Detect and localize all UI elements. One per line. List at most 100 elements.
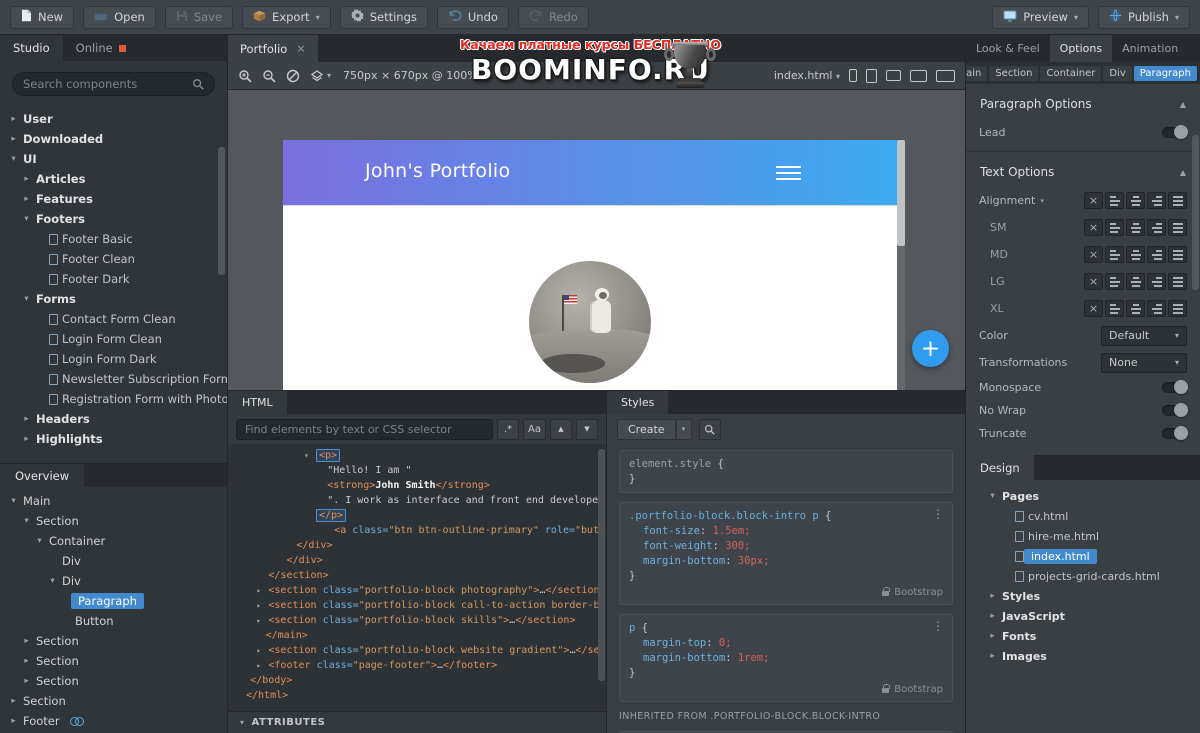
breadcrumb-paragraph[interactable]: Paragraph <box>1133 65 1197 81</box>
align-justify-button[interactable] <box>1168 219 1187 236</box>
node-section[interactable]: ▸ Section <box>0 691 227 711</box>
code-line[interactable]: ▸ <footer class="page-footer">…</footer> <box>228 658 606 673</box>
disable-interactions-icon[interactable] <box>286 69 300 83</box>
node-main[interactable]: ▾ Main <box>0 491 227 511</box>
kebab-menu-icon[interactable]: ⋮ <box>932 620 944 632</box>
node-div[interactable]: Div <box>0 551 227 571</box>
chevron-right-icon[interactable]: ▸ <box>21 676 32 686</box>
component-footers[interactable]: ▾ Footers <box>0 209 227 229</box>
breadcrumb-section[interactable]: Section <box>989 65 1039 81</box>
breadcrumb-main[interactable]: Main <box>966 65 988 81</box>
code-scrollbar[interactable] <box>598 449 605 681</box>
chevron-right-icon[interactable]: ▸ <box>256 643 261 658</box>
widescreen-viewport-icon[interactable] <box>936 69 955 82</box>
previous-match-button[interactable]: ▲ <box>550 418 572 440</box>
chevron-right-icon[interactable]: ▸ <box>21 434 32 444</box>
code-line[interactable]: ▸ <section class="portfolio-block website… <box>228 643 606 658</box>
laptop-viewport-icon[interactable] <box>886 70 901 81</box>
tab-html[interactable]: HTML <box>228 391 287 414</box>
node-button[interactable]: Button <box>0 611 227 631</box>
design-fonts[interactable]: ▸ Fonts <box>979 626 1187 646</box>
tab-look-feel[interactable]: Look & Feel <box>966 35 1050 62</box>
chevron-down-icon[interactable]: ▾ <box>21 294 32 304</box>
component-downloaded[interactable]: ▸ Downloaded <box>0 129 227 149</box>
kebab-menu-icon[interactable]: ⋮ <box>932 508 944 520</box>
transformations-select[interactable]: None ▾ <box>1101 352 1187 373</box>
code-line[interactable]: ▾ <p> <box>228 448 606 463</box>
design-javascript[interactable]: ▸ JavaScript <box>979 606 1187 626</box>
tab-online[interactable]: Online <box>63 35 139 61</box>
code-line[interactable]: </div> <box>228 538 606 553</box>
component-forms[interactable]: ▾ Forms <box>0 289 227 309</box>
code-line[interactable]: </body> <box>228 673 606 688</box>
save-button[interactable]: Save <box>164 5 234 29</box>
node-section[interactable]: ▾ Section <box>0 511 227 531</box>
align-center-button[interactable] <box>1126 219 1145 236</box>
node-section[interactable]: ▸ Section <box>0 671 227 691</box>
hamburger-menu-icon[interactable] <box>776 166 801 180</box>
design-images[interactable]: ▸ Images <box>979 646 1187 666</box>
node-section[interactable]: ▸ Section <box>0 651 227 671</box>
code-line[interactable]: ▸ <section class="portfolio-block skills"… <box>228 613 606 628</box>
align-right-button[interactable] <box>1147 246 1166 263</box>
lead-toggle[interactable] <box>1162 125 1188 139</box>
create-style-dropdown[interactable]: ▾ <box>675 418 692 440</box>
align-center-button[interactable] <box>1126 300 1145 317</box>
align-center-button[interactable] <box>1126 273 1145 290</box>
align-center-button[interactable] <box>1126 192 1145 209</box>
align-left-button[interactable] <box>1105 300 1124 317</box>
tab-styles[interactable]: Styles <box>607 391 669 414</box>
preview-button[interactable]: Preview ▾ <box>992 5 1089 29</box>
component-newsletter-subscription-form[interactable]: Newsletter Subscription Form <box>0 369 227 389</box>
code-line[interactable]: </div> <box>228 553 606 568</box>
tab-overview[interactable]: Overview <box>0 464 85 487</box>
chevron-right-icon[interactable]: ▸ <box>256 583 261 598</box>
align-right-button[interactable] <box>1147 300 1166 317</box>
chevron-right-icon[interactable]: ▸ <box>987 591 998 601</box>
monospace-toggle[interactable] <box>1162 380 1188 394</box>
code-line[interactable]: ▸ <section class="portfolio-block call-to… <box>228 598 606 613</box>
design-hire-me-html[interactable]: hire-me.html <box>979 526 1187 546</box>
text-options-header[interactable]: Text Options ▲ <box>979 152 1187 187</box>
code-line[interactable]: <strong>John Smith</strong> <box>228 478 606 493</box>
align-left-button[interactable] <box>1105 192 1124 209</box>
chevron-right-icon[interactable]: ▸ <box>256 658 261 673</box>
component-footer-dark[interactable]: Footer Dark <box>0 269 227 289</box>
publish-button[interactable]: Publish ▾ <box>1097 5 1190 29</box>
component-user[interactable]: ▸ User <box>0 109 227 129</box>
component-articles[interactable]: ▸ Articles <box>0 169 227 189</box>
find-elements-input[interactable] <box>236 418 494 440</box>
chevron-down-icon[interactable]: ▾ <box>21 516 32 526</box>
tab-design[interactable]: Design <box>966 455 1034 480</box>
chevron-down-icon[interactable]: ▾ <box>8 154 19 164</box>
component-headers[interactable]: ▸ Headers <box>0 409 227 429</box>
chevron-right-icon[interactable]: ▸ <box>8 716 19 726</box>
settings-button[interactable]: Settings <box>339 5 428 29</box>
node-paragraph[interactable]: Paragraph <box>0 591 227 611</box>
align-center-button[interactable] <box>1126 246 1145 263</box>
search-components-input[interactable] <box>23 77 186 91</box>
preview-astronaut-photo[interactable] <box>529 261 651 383</box>
code-line[interactable]: ". I work as interface and front end dev… <box>228 493 606 508</box>
chevron-right-icon[interactable]: ▸ <box>8 696 19 706</box>
chevron-right-icon[interactable]: ▸ <box>21 194 32 204</box>
clear-button[interactable]: × <box>1084 192 1103 209</box>
code-line[interactable]: </main> <box>228 628 606 643</box>
component-footer-clean[interactable]: Footer Clean <box>0 249 227 269</box>
create-style-button[interactable]: Create <box>617 418 676 440</box>
layers-icon[interactable]: ▾ <box>310 69 331 82</box>
design-styles[interactable]: ▸ Styles <box>979 586 1187 606</box>
clear-button[interactable]: × <box>1084 219 1103 236</box>
undo-button[interactable]: Undo <box>436 5 509 29</box>
chevron-right-icon[interactable]: ▸ <box>21 174 32 184</box>
paragraph-options-header[interactable]: Paragraph Options ▲ <box>979 84 1187 119</box>
chevron-right-icon[interactable]: ▸ <box>21 414 32 424</box>
code-line[interactable]: "Hello! I am " <box>228 463 606 478</box>
chevron-right-icon[interactable]: ▸ <box>987 651 998 661</box>
chevron-down-icon[interactable]: ▾ <box>987 491 998 501</box>
chevron-right-icon[interactable]: ▸ <box>987 631 998 641</box>
desktop-viewport-icon[interactable] <box>910 69 927 82</box>
design-cv-html[interactable]: cv.html <box>979 506 1187 526</box>
viewport-size-dropdown[interactable]: 750px × 670px @ 100% ▾ <box>343 69 488 82</box>
align-right-button[interactable] <box>1147 273 1166 290</box>
